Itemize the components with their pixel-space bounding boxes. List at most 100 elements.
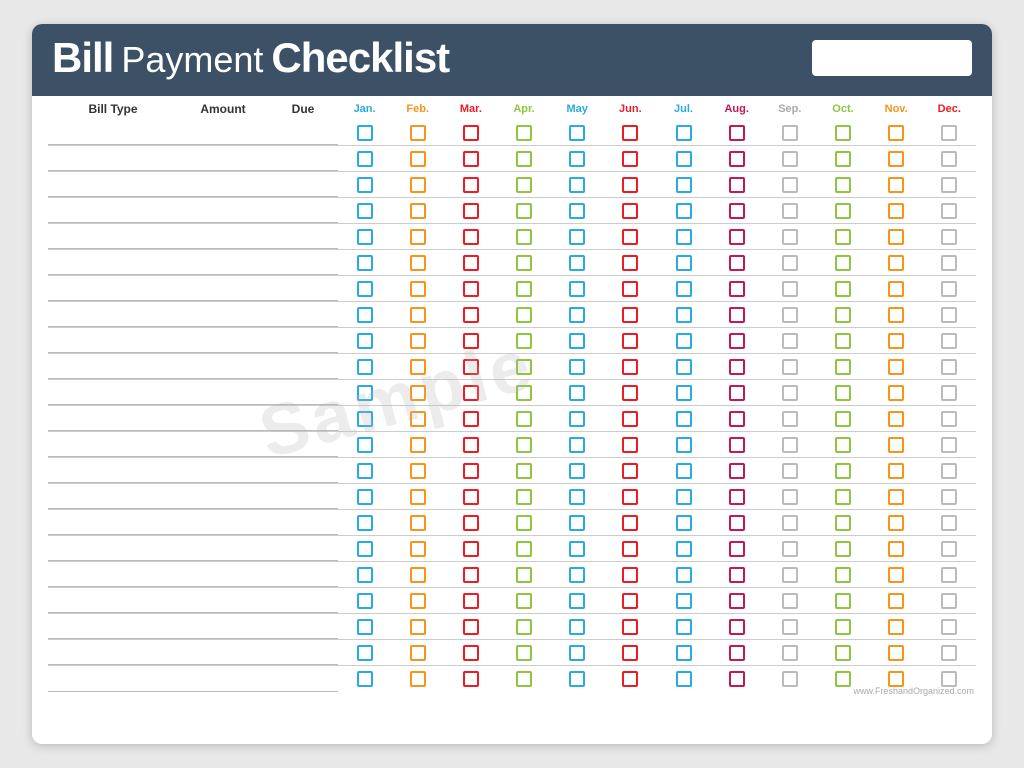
- checkbox-jan[interactable]: [357, 307, 373, 323]
- checkbox-mar[interactable]: [463, 125, 479, 141]
- cell-bill-type[interactable]: [48, 198, 178, 223]
- checkbox-nov[interactable]: [888, 437, 904, 453]
- checkbox-nov[interactable]: [888, 203, 904, 219]
- cell-amount[interactable]: [178, 250, 268, 275]
- checkbox-mar[interactable]: [463, 177, 479, 193]
- checkbox-aug[interactable]: [729, 333, 745, 349]
- checkbox-jan[interactable]: [357, 515, 373, 531]
- checkbox-nov[interactable]: [888, 385, 904, 401]
- cell-bill-type[interactable]: [48, 146, 178, 171]
- checkbox-apr[interactable]: [516, 359, 532, 375]
- checkbox-jun[interactable]: [622, 177, 638, 193]
- checkbox-apr[interactable]: [516, 151, 532, 167]
- cell-bill-type[interactable]: [48, 484, 178, 509]
- checkbox-jun[interactable]: [622, 255, 638, 271]
- checkbox-dec[interactable]: [941, 281, 957, 297]
- checkbox-oct[interactable]: [835, 437, 851, 453]
- checkbox-feb[interactable]: [410, 489, 426, 505]
- checkbox-sep[interactable]: [782, 177, 798, 193]
- checkbox-nov[interactable]: [888, 307, 904, 323]
- checkbox-sep[interactable]: [782, 567, 798, 583]
- cell-bill-type[interactable]: [48, 536, 178, 561]
- checkbox-jan[interactable]: [357, 385, 373, 401]
- checkbox-oct[interactable]: [835, 515, 851, 531]
- checkbox-feb[interactable]: [410, 645, 426, 661]
- checkbox-dec[interactable]: [941, 255, 957, 271]
- cell-due[interactable]: [268, 120, 338, 145]
- checkbox-nov[interactable]: [888, 411, 904, 427]
- checkbox-jun[interactable]: [622, 333, 638, 349]
- checkbox-jun[interactable]: [622, 151, 638, 167]
- checkbox-mar[interactable]: [463, 671, 479, 687]
- cell-bill-type[interactable]: [48, 640, 178, 665]
- checkbox-mar[interactable]: [463, 151, 479, 167]
- checkbox-dec[interactable]: [941, 645, 957, 661]
- checkbox-apr[interactable]: [516, 281, 532, 297]
- cell-due[interactable]: [268, 250, 338, 275]
- checkbox-oct[interactable]: [835, 281, 851, 297]
- checkbox-aug[interactable]: [729, 541, 745, 557]
- checkbox-oct[interactable]: [835, 385, 851, 401]
- cell-amount[interactable]: [178, 588, 268, 613]
- checkbox-dec[interactable]: [941, 411, 957, 427]
- checkbox-oct[interactable]: [835, 593, 851, 609]
- checkbox-mar[interactable]: [463, 645, 479, 661]
- checkbox-jul[interactable]: [676, 671, 692, 687]
- checkbox-sep[interactable]: [782, 229, 798, 245]
- checkbox-jul[interactable]: [676, 359, 692, 375]
- checkbox-jul[interactable]: [676, 255, 692, 271]
- cell-due[interactable]: [268, 328, 338, 353]
- checkbox-may[interactable]: [569, 307, 585, 323]
- checkbox-feb[interactable]: [410, 307, 426, 323]
- checkbox-aug[interactable]: [729, 437, 745, 453]
- checkbox-nov[interactable]: [888, 229, 904, 245]
- checkbox-apr[interactable]: [516, 541, 532, 557]
- checkbox-jan[interactable]: [357, 645, 373, 661]
- checkbox-apr[interactable]: [516, 489, 532, 505]
- checkbox-nov[interactable]: [888, 281, 904, 297]
- checkbox-nov[interactable]: [888, 619, 904, 635]
- checkbox-dec[interactable]: [941, 489, 957, 505]
- checkbox-mar[interactable]: [463, 359, 479, 375]
- checkbox-may[interactable]: [569, 567, 585, 583]
- checkbox-apr[interactable]: [516, 125, 532, 141]
- checkbox-sep[interactable]: [782, 411, 798, 427]
- checkbox-may[interactable]: [569, 177, 585, 193]
- checkbox-apr[interactable]: [516, 229, 532, 245]
- checkbox-feb[interactable]: [410, 125, 426, 141]
- checkbox-aug[interactable]: [729, 619, 745, 635]
- checkbox-mar[interactable]: [463, 593, 479, 609]
- checkbox-apr[interactable]: [516, 307, 532, 323]
- checkbox-jan[interactable]: [357, 593, 373, 609]
- checkbox-feb[interactable]: [410, 567, 426, 583]
- checkbox-jan[interactable]: [357, 567, 373, 583]
- checkbox-sep[interactable]: [782, 281, 798, 297]
- cell-due[interactable]: [268, 276, 338, 301]
- checkbox-feb[interactable]: [410, 593, 426, 609]
- checkbox-jul[interactable]: [676, 281, 692, 297]
- cell-bill-type[interactable]: [48, 328, 178, 353]
- checkbox-mar[interactable]: [463, 203, 479, 219]
- checkbox-mar[interactable]: [463, 281, 479, 297]
- checkbox-may[interactable]: [569, 255, 585, 271]
- checkbox-aug[interactable]: [729, 229, 745, 245]
- checkbox-oct[interactable]: [835, 411, 851, 427]
- checkbox-jun[interactable]: [622, 567, 638, 583]
- checkbox-oct[interactable]: [835, 333, 851, 349]
- checkbox-sep[interactable]: [782, 151, 798, 167]
- checkbox-mar[interactable]: [463, 515, 479, 531]
- checkbox-nov[interactable]: [888, 593, 904, 609]
- checkbox-may[interactable]: [569, 281, 585, 297]
- cell-amount[interactable]: [178, 172, 268, 197]
- checkbox-mar[interactable]: [463, 463, 479, 479]
- checkbox-feb[interactable]: [410, 151, 426, 167]
- checkbox-jun[interactable]: [622, 359, 638, 375]
- cell-bill-type[interactable]: [48, 276, 178, 301]
- checkbox-jul[interactable]: [676, 125, 692, 141]
- checkbox-may[interactable]: [569, 515, 585, 531]
- checkbox-aug[interactable]: [729, 307, 745, 323]
- checkbox-apr[interactable]: [516, 567, 532, 583]
- checkbox-dec[interactable]: [941, 151, 957, 167]
- cell-bill-type[interactable]: [48, 588, 178, 613]
- checkbox-jul[interactable]: [676, 463, 692, 479]
